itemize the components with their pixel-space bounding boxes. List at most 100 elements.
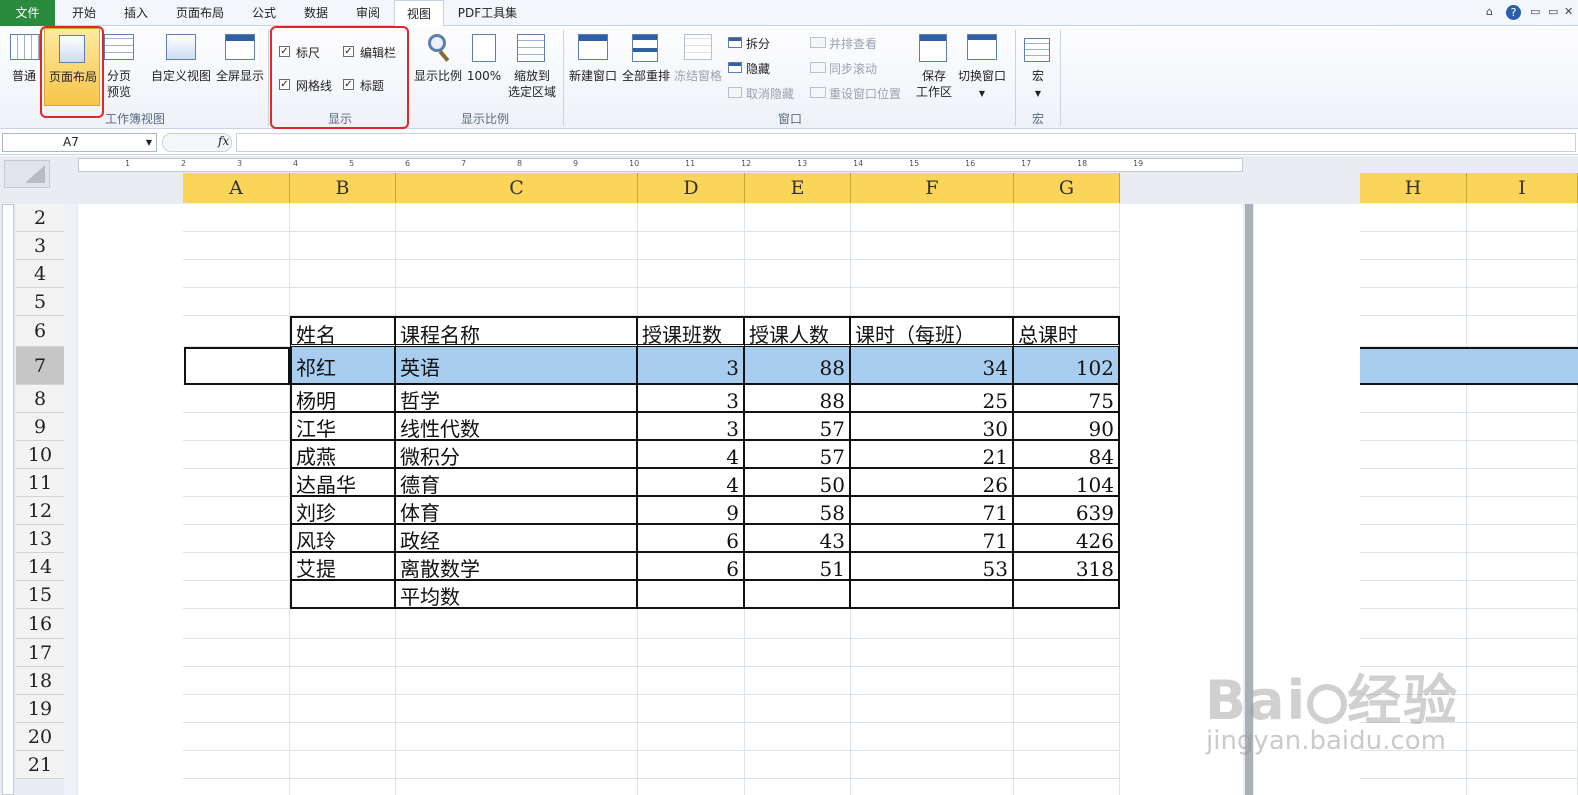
table-cell[interactable]: 德育 — [396, 469, 638, 497]
table-cell[interactable]: 58 — [745, 497, 851, 525]
table-cell[interactable]: 90 — [1014, 413, 1120, 441]
macros-button[interactable]: 宏 ▼ — [1020, 32, 1056, 106]
table-cell[interactable]: 达晶华 — [290, 469, 396, 497]
table-cell[interactable]: 6 — [638, 553, 745, 581]
custom-views-button[interactable]: 自定义视图 — [150, 32, 212, 92]
view-side-by-side-button[interactable]: 并排查看 — [829, 35, 877, 52]
table-cell[interactable]: 英语 — [396, 347, 638, 385]
row-header-16[interactable]: 16 — [16, 609, 64, 639]
switch-windows-button[interactable]: 切换窗口 ▼ — [956, 32, 1008, 106]
row-header-21[interactable]: 21 — [16, 751, 64, 779]
table-cell[interactable]: 离散数学 — [396, 553, 638, 581]
column-header-b[interactable]: B — [290, 173, 396, 203]
table-cell[interactable]: 9 — [638, 497, 745, 525]
column-header-d[interactable]: D — [638, 173, 745, 203]
table-cell[interactable]: 3 — [638, 385, 745, 413]
column-header-c[interactable]: C — [396, 173, 638, 203]
table-cell[interactable]: 50 — [745, 469, 851, 497]
table-cell[interactable]: 微积分 — [396, 441, 638, 469]
arrange-all-button[interactable]: 全部重排 — [620, 32, 672, 92]
table-cell[interactable]: 53 — [851, 553, 1014, 581]
restore-icon[interactable]: ▭ — [1548, 5, 1558, 18]
column-header-f[interactable]: F — [851, 173, 1014, 203]
row-header-4[interactable]: 4 — [16, 260, 64, 288]
tab-home[interactable]: 开始 — [60, 0, 108, 26]
select-all-corner[interactable] — [4, 160, 50, 188]
table-cell[interactable]: 426 — [1014, 525, 1120, 553]
zoom-100-button[interactable]: 100% — [466, 32, 502, 92]
table-cell[interactable]: 88 — [745, 347, 851, 385]
tab-page-layout[interactable]: 页面布局 — [164, 0, 236, 26]
row-header-12[interactable]: 12 — [16, 497, 64, 525]
table-cell[interactable]: 75 — [1014, 385, 1120, 413]
sync-scrolling-button[interactable]: 同步滚动 — [829, 60, 877, 77]
table-cell[interactable]: 艾提 — [290, 553, 396, 581]
table-cell[interactable] — [851, 581, 1014, 609]
table-cell[interactable]: 4 — [638, 469, 745, 497]
table-cell[interactable]: 祁红 — [290, 347, 396, 385]
row-header-11[interactable]: 11 — [16, 469, 64, 497]
column-header-e[interactable]: E — [745, 173, 851, 203]
row-header-13[interactable]: 13 — [16, 525, 64, 553]
table-cell[interactable]: 26 — [851, 469, 1014, 497]
row-header-3[interactable]: 3 — [16, 232, 64, 260]
row-header-9[interactable]: 9 — [16, 413, 64, 441]
active-cell-a7[interactable] — [184, 347, 290, 385]
full-screen-button[interactable]: 全屏显示 — [214, 32, 266, 92]
zoom-button[interactable]: 显示比例 — [412, 32, 464, 92]
table-header-cell[interactable]: 姓名 — [290, 316, 396, 347]
table-cell[interactable]: 4 — [638, 441, 745, 469]
table-cell[interactable] — [290, 581, 396, 609]
tab-view[interactable]: 视图 — [394, 0, 444, 27]
table-cell[interactable]: 71 — [851, 525, 1014, 553]
table-cell[interactable]: 政经 — [396, 525, 638, 553]
name-box[interactable]: A7 ▼ — [2, 133, 157, 152]
table-header-cell[interactable]: 授课人数 — [745, 316, 851, 347]
table-cell[interactable]: 杨明 — [290, 385, 396, 413]
tab-formulas[interactable]: 公式 — [240, 0, 288, 26]
insert-function-icon[interactable]: fx — [218, 134, 229, 148]
help-icon[interactable]: ? — [1506, 5, 1521, 20]
tab-review[interactable]: 审阅 — [344, 0, 392, 26]
table-cell[interactable]: 639 — [1014, 497, 1120, 525]
table-cell[interactable] — [745, 581, 851, 609]
unhide-button[interactable]: 取消隐藏 — [746, 85, 794, 102]
table-cell[interactable]: 57 — [745, 413, 851, 441]
table-header-cell[interactable]: 课时（每班） — [851, 316, 1014, 347]
column-header-h[interactable]: H — [1360, 173, 1467, 203]
table-cell[interactable]: 哲学 — [396, 385, 638, 413]
new-window-button[interactable]: 新建窗口 — [566, 32, 620, 92]
table-cell[interactable]: 102 — [1014, 347, 1120, 385]
home-icon[interactable]: ⌂ — [1486, 5, 1493, 18]
table-cell[interactable]: 3 — [638, 347, 745, 385]
row-header-15[interactable]: 15 — [16, 581, 64, 609]
split-button[interactable]: 拆分 — [746, 35, 770, 52]
table-cell[interactable]: 线性代数 — [396, 413, 638, 441]
tab-insert[interactable]: 插入 — [112, 0, 160, 26]
tab-pdf-tools[interactable]: PDF工具集 — [450, 0, 525, 26]
save-workspace-button[interactable]: 保存 工作区 — [912, 32, 956, 106]
table-cell[interactable] — [1014, 581, 1120, 609]
table-cell[interactable]: 57 — [745, 441, 851, 469]
close-icon[interactable]: ✕ — [1564, 5, 1573, 18]
table-header-cell[interactable]: 课程名称 — [396, 316, 638, 347]
table-header-cell[interactable]: 授课班数 — [638, 316, 745, 347]
row-header-5[interactable]: 5 — [16, 288, 64, 316]
tab-file[interactable]: 文件 — [0, 0, 55, 26]
minimize-icon[interactable]: ▭ — [1530, 5, 1540, 18]
table-cell[interactable]: 6 — [638, 525, 745, 553]
table-cell[interactable]: 3 — [638, 413, 745, 441]
table-cell[interactable]: 21 — [851, 441, 1014, 469]
column-header-g[interactable]: G — [1014, 173, 1120, 203]
table-cell[interactable]: 江华 — [290, 413, 396, 441]
table-cell[interactable] — [638, 581, 745, 609]
freeze-panes-button[interactable]: 冻结窗格 — [672, 32, 724, 102]
table-header-cell[interactable]: 总课时 — [1014, 316, 1120, 347]
row-header-20[interactable]: 20 — [16, 723, 64, 751]
row-header-14[interactable]: 14 — [16, 553, 64, 581]
table-cell[interactable]: 25 — [851, 385, 1014, 413]
table-cell[interactable]: 84 — [1014, 441, 1120, 469]
table-cell[interactable]: 体育 — [396, 497, 638, 525]
row-header-6[interactable]: 6 — [16, 316, 64, 347]
table-cell[interactable]: 88 — [745, 385, 851, 413]
